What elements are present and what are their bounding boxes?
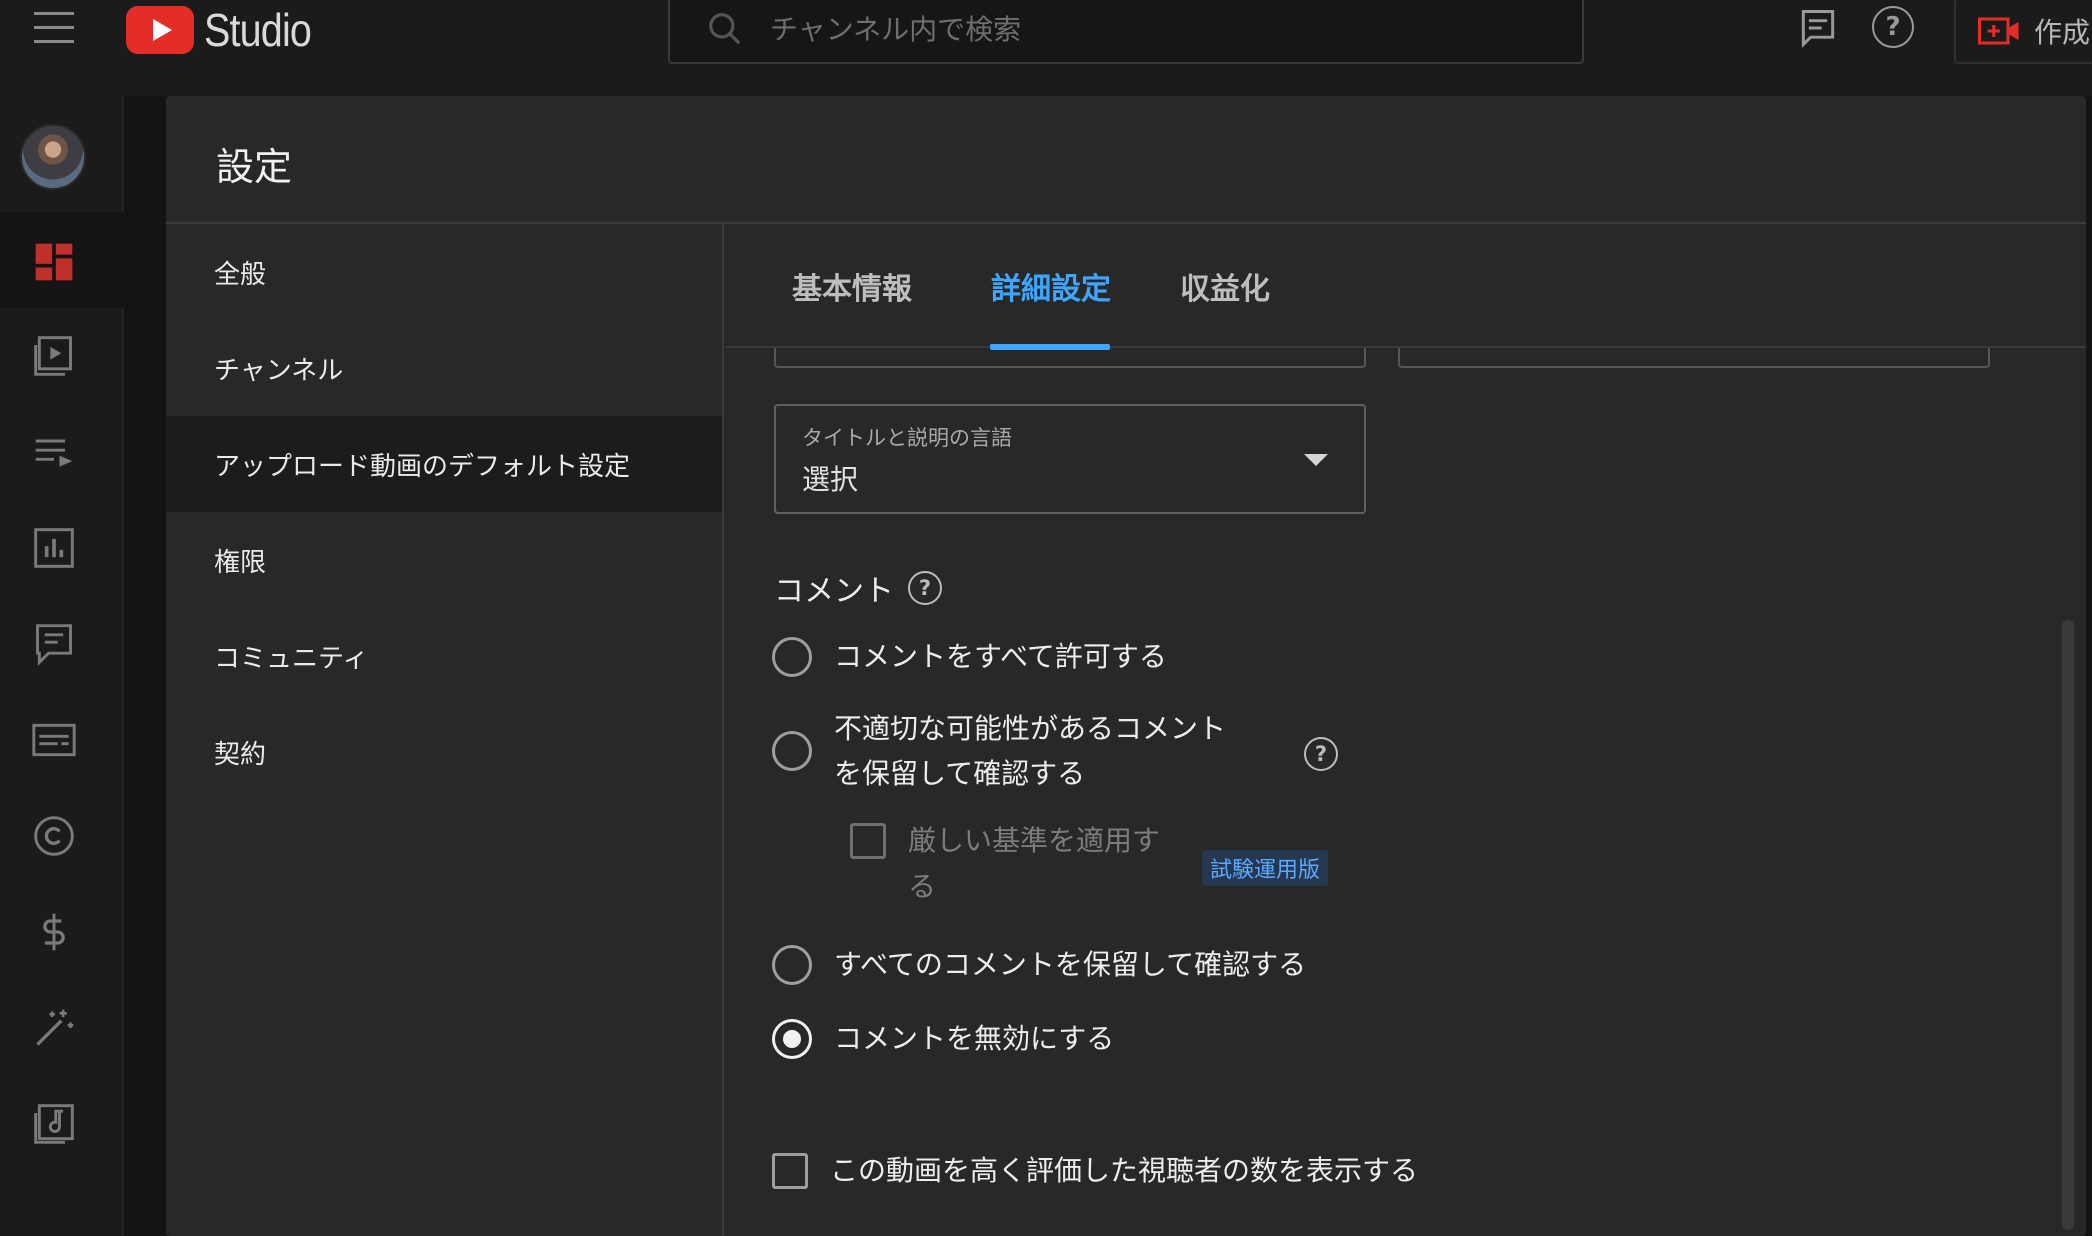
- settings-nav: 全般 チャンネル アップロード動画のデフォルト設定 権限 コミュニティ 契約: [166, 224, 724, 1236]
- option-label-line2: を保留して確認する: [834, 757, 1086, 790]
- feedback-icon[interactable]: [1796, 6, 1840, 50]
- comment-option-hold-inappropriate[interactable]: 不適切な可能性があるコメント を保留して確認する: [772, 706, 1226, 796]
- search-icon: [709, 13, 741, 45]
- strict-filter-option[interactable]: 厳しい基準を適用す る: [850, 818, 1160, 910]
- language-select-value: 選択: [802, 463, 859, 496]
- audio-library-icon[interactable]: [32, 1102, 76, 1146]
- language-select-label: タイトルと説明の言語: [802, 426, 1012, 450]
- strict-filter-label-line1: 厳しい基準を適用す: [908, 824, 1161, 857]
- search-input[interactable]: [768, 11, 1468, 47]
- radio-button[interactable]: [772, 636, 812, 677]
- option-label: コメントを無効にする: [834, 1022, 1115, 1055]
- analytics-icon[interactable]: [32, 526, 76, 570]
- dashboard-icon[interactable]: [32, 240, 76, 284]
- checkbox[interactable]: [850, 823, 886, 859]
- dropdown-arrow-icon: [1304, 454, 1328, 466]
- dialog-title: 設定: [216, 145, 293, 189]
- nav-item-channel[interactable]: チャンネル: [166, 320, 722, 416]
- option-label-line1: 不適切な可能性があるコメント: [834, 712, 1227, 745]
- copyright-icon[interactable]: [32, 814, 76, 858]
- search-box[interactable]: [668, 0, 1584, 64]
- brand-name: Studio: [204, 4, 312, 56]
- subtitles-icon[interactable]: [32, 718, 76, 762]
- comments-icon[interactable]: [32, 622, 76, 666]
- radio-button[interactable]: [772, 944, 812, 985]
- customization-icon[interactable]: [32, 1006, 76, 1050]
- strict-filter-label: 厳しい基準を適用す る: [908, 818, 1160, 910]
- studio-logo[interactable]: Studio: [126, 4, 328, 56]
- option-label: 不適切な可能性があるコメント を保留して確認する: [834, 706, 1226, 796]
- tab-monetization[interactable]: 収益化: [1180, 224, 1270, 348]
- create-button[interactable]: 作成: [1954, 0, 2092, 64]
- comments-heading: コメント ?: [774, 566, 942, 610]
- comment-option-hold-all[interactable]: すべてのコメントを保留して確認する: [772, 942, 1306, 987]
- tab-bar: 基本情報 詳細設定 収益化: [726, 224, 2086, 348]
- nav-item-general[interactable]: 全般: [166, 224, 722, 320]
- create-label: 作成: [2034, 16, 2091, 49]
- nav-item-upload-defaults[interactable]: アップロード動画のデフォルト設定: [166, 416, 722, 512]
- nav-item-community[interactable]: コミュニティ: [166, 608, 722, 704]
- option-label: コメントをすべて許可する: [834, 640, 1167, 673]
- show-likes-label: この動画を高く評価した視聴者の数を表示する: [830, 1154, 1419, 1187]
- nav-item-permissions[interactable]: 権限: [166, 512, 722, 608]
- strict-filter-label-line2: る: [908, 870, 937, 903]
- comment-option-disable[interactable]: コメントを無効にする: [772, 1016, 1114, 1061]
- youtube-logo-icon: [126, 6, 194, 54]
- previous-field-edge-right: [1398, 348, 1990, 368]
- language-select[interactable]: タイトルと説明の言語 選択: [774, 404, 1366, 514]
- top-bar: Studio ? 作成: [0, 0, 2092, 96]
- content-icon[interactable]: [32, 334, 76, 378]
- menu-icon[interactable]: [34, 12, 74, 46]
- radio-button-selected[interactable]: [772, 1018, 812, 1059]
- avatar[interactable]: [20, 124, 86, 190]
- comments-heading-text: コメント: [774, 574, 894, 609]
- monetization-icon[interactable]: [32, 910, 76, 954]
- help-icon[interactable]: ?: [1304, 737, 1338, 771]
- option-label: すべてのコメントを保留して確認する: [834, 948, 1307, 981]
- scrollbar[interactable]: [2062, 620, 2074, 1230]
- help-icon[interactable]: ?: [1872, 6, 1916, 50]
- left-rail: [0, 96, 124, 1236]
- previous-field-edge: [774, 348, 1366, 368]
- create-video-icon: [1978, 17, 2019, 45]
- playlists-icon[interactable]: [32, 430, 76, 474]
- radio-button[interactable]: [772, 731, 812, 771]
- help-icon[interactable]: ?: [908, 571, 942, 605]
- comment-option-allow-all[interactable]: コメントをすべて許可する: [772, 634, 1167, 679]
- experimental-badge: 試験運用版: [1202, 850, 1329, 886]
- tab-basic-info[interactable]: 基本情報: [792, 224, 912, 348]
- show-likes-option[interactable]: この動画を高く評価した視聴者の数を表示する: [772, 1148, 1418, 1193]
- nav-item-agreements[interactable]: 契約: [166, 704, 722, 800]
- tab-advanced[interactable]: 詳細設定: [991, 224, 1111, 348]
- checkbox[interactable]: [772, 1152, 808, 1189]
